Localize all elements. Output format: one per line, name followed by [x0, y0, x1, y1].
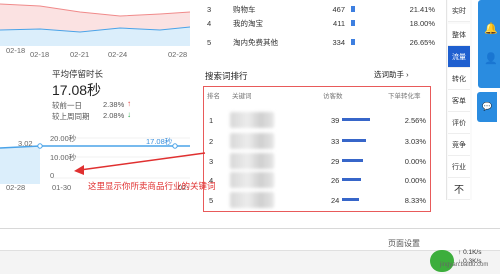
col-visitors: 访客数 [323, 93, 343, 100]
keyword-row[interactable]: 4 26 0.00% [205, 170, 430, 190]
x-tick: 02-28 [6, 183, 26, 192]
nav-conversion[interactable]: 转化 [448, 68, 470, 90]
blurred-keyword [230, 112, 274, 128]
keyword-row[interactable]: 3 29 0.00% [205, 151, 430, 171]
count-bar [342, 118, 370, 121]
nav-reviews[interactable]: 评价 [448, 112, 470, 134]
network-widget-icon[interactable] [430, 250, 454, 272]
keyword-row[interactable]: 5 24 8.33% [205, 190, 430, 210]
nav-traffic[interactable]: 流量 [448, 46, 470, 68]
arrow-up-icon: ↑ [127, 99, 131, 108]
top-chart-xtick: 02-24 [108, 50, 128, 59]
nav-competition[interactable]: 竞争 [448, 134, 470, 156]
blurred-keyword [230, 172, 274, 188]
blurred-keyword [230, 192, 274, 208]
mid-chart-area [0, 146, 40, 184]
divider [0, 228, 500, 229]
keyword-assistant-link[interactable]: 选词助手 › [374, 69, 409, 80]
chat-icon[interactable]: 💬 [477, 92, 497, 122]
col-rank: 排名 [207, 93, 220, 100]
nav-avg-order[interactable]: 客单 [448, 90, 470, 112]
top-chart-xtick: 02-18 [6, 46, 26, 55]
col-keyword: 关键词 [232, 93, 252, 100]
chart-point [37, 143, 43, 149]
top-chart-xtick: 02-28 [168, 50, 188, 59]
annotation-arrow [74, 152, 206, 175]
stay-time-value: 17.08秒 [52, 82, 102, 98]
compare-value: 2.38% [103, 100, 125, 109]
compare-value: 2.08% [103, 111, 125, 120]
keyword-row[interactable]: 1 39 2.56% [205, 110, 430, 130]
top-chart-xtick: 02-18 [30, 50, 50, 59]
nav-overall[interactable]: 整体 [448, 24, 470, 46]
top-trend-chart [0, 3, 190, 46]
rank-bar [351, 20, 355, 26]
user-icon[interactable]: 👤 [484, 52, 498, 65]
page-setting-text: 页面设置 [388, 239, 420, 248]
nav-expand[interactable]: 不 [448, 178, 470, 200]
watermark: jingyan.baidu.com [440, 262, 489, 268]
compare-label: 较前一日 [52, 101, 82, 110]
y-tick: 0 [50, 171, 55, 180]
count-bar [342, 198, 360, 201]
count-bar [342, 159, 363, 162]
chevron-right-icon: › [406, 70, 409, 79]
blurred-keyword [230, 153, 274, 169]
keyword-row[interactable]: 2 33 3.03% [205, 131, 430, 151]
side-toolbar [478, 0, 500, 88]
compare-label: 较上周同期 [52, 112, 90, 121]
rank-bar [351, 6, 355, 12]
point-label: 17.08秒 [146, 137, 173, 146]
top-chart-xtick: 02-21 [70, 50, 90, 59]
stay-time-title: 平均停留时长 [52, 69, 104, 79]
blurred-keyword [230, 133, 274, 149]
point-label: 3.02 [18, 139, 33, 148]
count-bar [342, 139, 366, 142]
status-bar [0, 250, 500, 274]
bell-icon[interactable]: 🔔 [484, 22, 498, 35]
nav-realtime[interactable]: 实时 [448, 0, 470, 22]
annotation-text: 这里显示你所卖商品行业的关键词 [88, 181, 216, 191]
count-bar [342, 178, 361, 181]
entry-rank-row: 5 淘内免费其他 334 26.65% [207, 37, 435, 47]
x-tick: 01-30 [52, 183, 72, 192]
y-tick: 20.00秒 [50, 134, 77, 143]
col-conversion: 下单转化率 [388, 93, 421, 100]
rank-bar [351, 39, 355, 45]
search-rank-title: 搜索词排行 [205, 71, 248, 81]
upload-speed: ↑ 0.1K/s [458, 249, 482, 256]
arrow-down-icon: ↓ [127, 110, 131, 119]
nav-industry[interactable]: 行业 [448, 156, 470, 178]
entry-rank-row: 4 我的淘宝 411 18.00% [207, 18, 435, 28]
